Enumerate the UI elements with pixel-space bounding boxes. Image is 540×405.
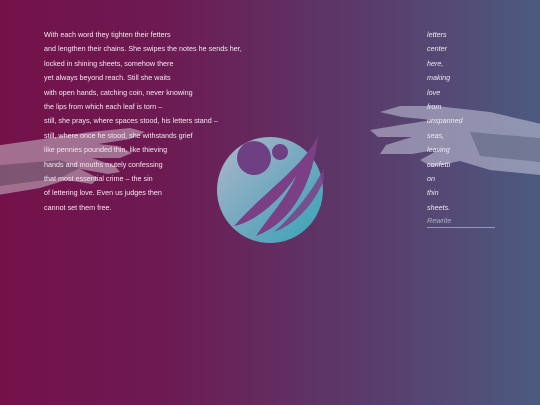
poem-line: with open hands, catching coin, never kn…: [44, 87, 193, 97]
word-item: center: [427, 44, 447, 54]
poem-text: With each word they tighten their fetter…: [44, 28, 384, 215]
word-item: from: [427, 101, 442, 111]
word-item: letters: [427, 30, 447, 39]
word-item: leaving: [427, 145, 450, 155]
poem-line: that most essential crime – the sin: [44, 173, 153, 183]
poem-line: still, where once he stood, she withstan…: [44, 130, 193, 140]
poem-line: still, she prays, where spaces stood, hi…: [44, 116, 218, 126]
poem-line: yet always beyond reach. Still she waits: [44, 73, 171, 83]
word-item: thin: [427, 188, 439, 198]
poem-line: like pennies pounded thin, like thieving: [44, 145, 168, 155]
word-item: love: [427, 87, 441, 97]
poem-line: of lettering love. Even us judges then: [44, 188, 162, 198]
poem-line: hands and mouths mutely confessing: [44, 159, 163, 169]
word-item: here,: [427, 58, 444, 68]
word-item: on: [427, 173, 435, 183]
rewrite-button[interactable]: Rewrite: [427, 216, 495, 228]
poem-line: and lengthen their chains. She swipes th…: [44, 44, 242, 54]
word-item: seas,: [427, 130, 445, 140]
word-item: sheets.: [427, 202, 451, 212]
poem-line: locked in shining sheets, somehow there: [44, 58, 174, 68]
poem-line: cannot set them free.: [44, 202, 112, 212]
word-item: making: [427, 73, 451, 83]
poem-line: the lips from which each leaf is torn –: [44, 101, 163, 111]
word-item: unspanned: [427, 116, 463, 126]
poem-line: With each word they tighten their fetter…: [44, 30, 171, 39]
word-item: confetti: [427, 159, 451, 169]
word-column: letters center here, making love from un…: [427, 28, 507, 215]
